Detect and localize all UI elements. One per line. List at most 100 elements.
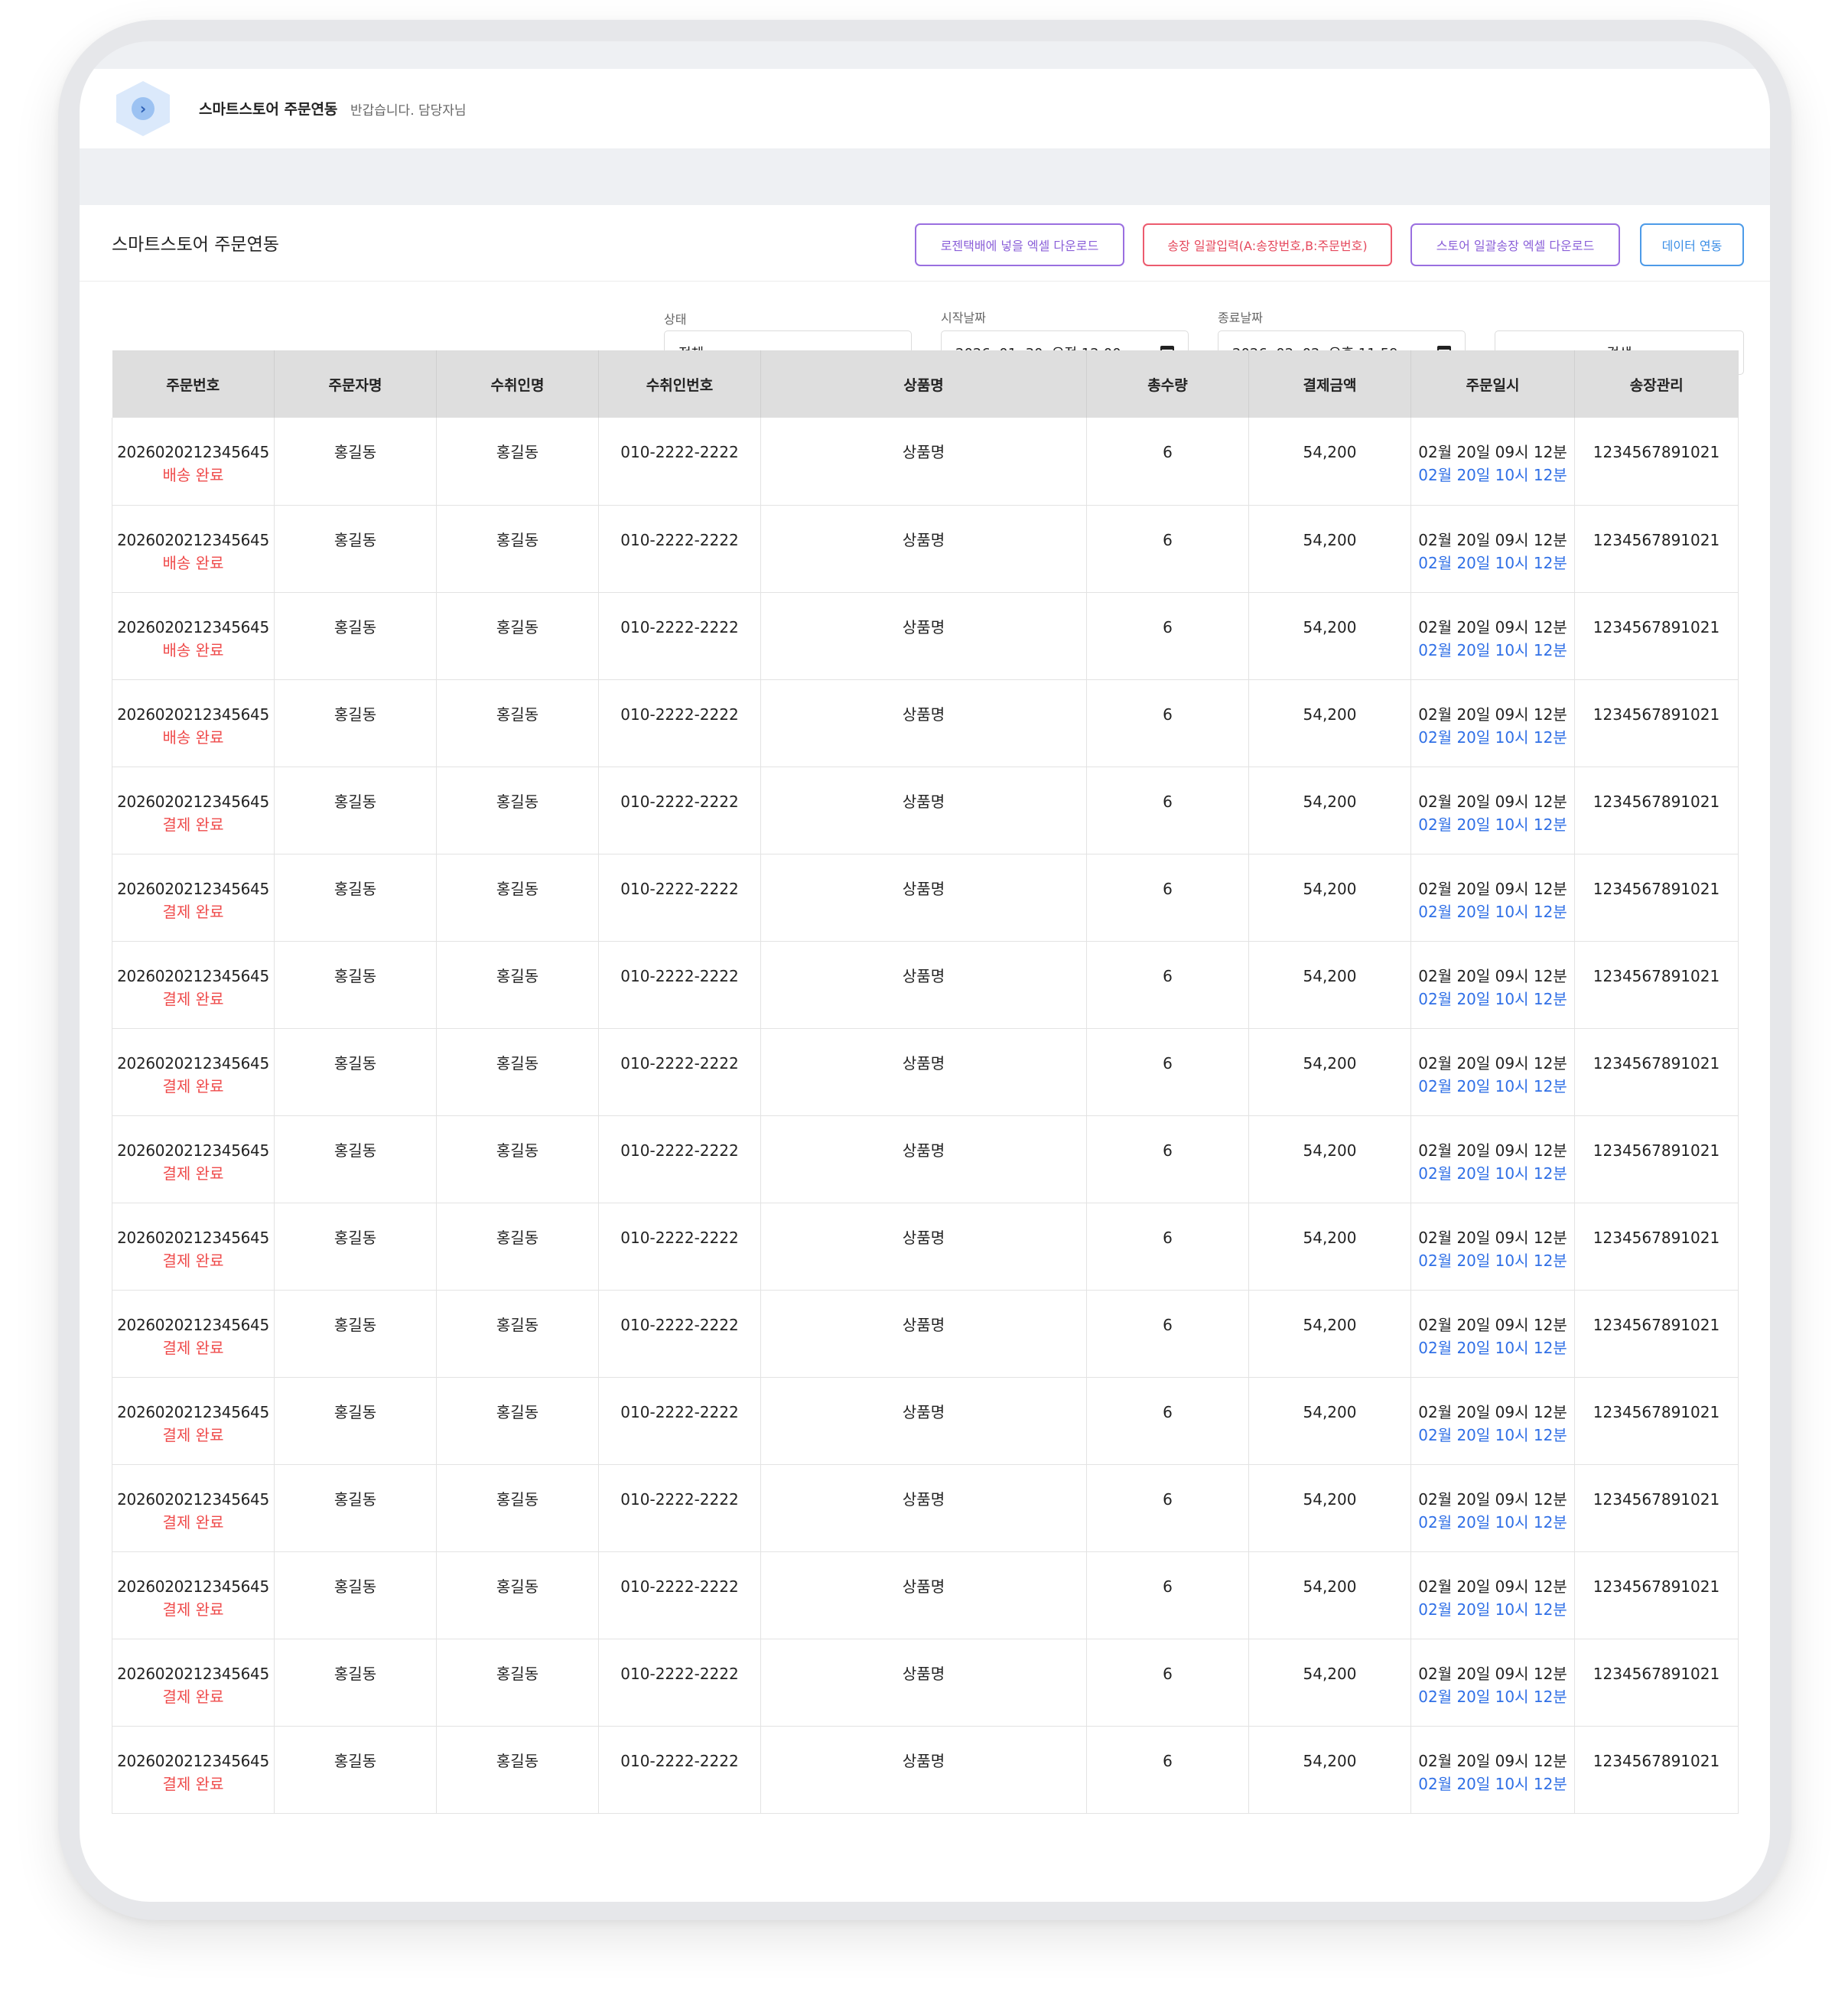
- order-time-updated: 02월 20일 10시 12분: [1418, 553, 1567, 572]
- order-time: 02월 20일 09시 12분: [1418, 1228, 1567, 1247]
- order-time-cell: 02월 20일 09시 12분 02월 20일 10시 12분: [1410, 1726, 1575, 1814]
- order-cell[interactable]: 2026020212345645 결제 완료: [112, 1464, 275, 1552]
- table-row[interactable]: 2026020212345645 결제 완료 홍길동 홍길동 010-2222-2222…: [112, 1115, 1739, 1203]
- order-cell[interactable]: 2026020212345645 배송 완료: [112, 592, 275, 680]
- invoice-cell[interactable]: 1234567891021: [1574, 1028, 1739, 1116]
- order-number[interactable]: 2026020212345645: [117, 705, 269, 724]
- invoice-cell[interactable]: 1234567891021: [1574, 1551, 1739, 1639]
- orderer-cell: 홍길동: [274, 1290, 437, 1378]
- table-row[interactable]: 2026020212345645 결제 완료 홍길동 홍길동 010-2222-2222…: [112, 1028, 1739, 1116]
- order-number[interactable]: 2026020212345645: [117, 1141, 269, 1160]
- order-number[interactable]: 2026020212345645: [117, 531, 269, 549]
- product-cell: 상품명: [760, 418, 1087, 506]
- order-number[interactable]: 2026020212345645: [117, 1665, 269, 1683]
- product-cell: 상품명: [760, 1464, 1087, 1552]
- order-cell[interactable]: 2026020212345645 결제 완료: [112, 1726, 275, 1814]
- invoice-cell[interactable]: 1234567891021: [1574, 592, 1739, 680]
- invoice-cell[interactable]: 1234567891021: [1574, 1726, 1739, 1814]
- invoice-cell[interactable]: 1234567891021: [1574, 1290, 1739, 1378]
- order-cell[interactable]: 2026020212345645 배송 완료: [112, 505, 275, 593]
- table-row[interactable]: 2026020212345645 결제 완료 홍길동 홍길동 010-2222-2222…: [112, 1726, 1739, 1814]
- order-cell[interactable]: 2026020212345645 결제 완료: [112, 1203, 275, 1291]
- order-cell[interactable]: 2026020212345645 결제 완료: [112, 767, 275, 855]
- column-header: 결제금액: [1248, 350, 1411, 418]
- order-cell[interactable]: 2026020212345645 결제 완료: [112, 1028, 275, 1116]
- table-row[interactable]: 2026020212345645 결제 완료 홍길동 홍길동 010-2222-2222…: [112, 1639, 1739, 1727]
- table-row[interactable]: 2026020212345645 결제 완료 홍길동 홍길동 010-2222-2222…: [112, 1464, 1739, 1552]
- order-number[interactable]: 2026020212345645: [117, 1577, 269, 1596]
- order-number[interactable]: 2026020212345645: [117, 880, 269, 898]
- table-row[interactable]: 2026020212345645 결제 완료 홍길동 홍길동 010-2222-2222…: [112, 767, 1739, 855]
- status-badge: 결제 완료: [162, 1251, 224, 1270]
- quantity-cell: 6: [1086, 1551, 1249, 1639]
- table-row[interactable]: 2026020212345645 결제 완료 홍길동 홍길동 010-2222-2222…: [112, 1203, 1739, 1291]
- table-row[interactable]: 2026020212345645 배송 완료 홍길동 홍길동 010-2222-2222…: [112, 418, 1739, 506]
- amount-cell: 54,200: [1248, 679, 1411, 767]
- order-cell[interactable]: 2026020212345645 결제 완료: [112, 941, 275, 1029]
- data-sync-button[interactable]: 데이터 연동: [1640, 223, 1744, 266]
- invoice-cell[interactable]: 1234567891021: [1574, 854, 1739, 942]
- table-row[interactable]: 2026020212345645 결제 완료 홍길동 홍길동 010-2222-2222…: [112, 1290, 1739, 1378]
- order-number[interactable]: 2026020212345645: [117, 1403, 269, 1421]
- product-cell: 상품명: [760, 854, 1087, 942]
- greeting-text: 반갑습니다. 담당자님: [350, 103, 467, 119]
- invoice-cell[interactable]: 1234567891021: [1574, 1464, 1739, 1552]
- order-cell[interactable]: 2026020212345645 배송 완료: [112, 418, 275, 506]
- order-number[interactable]: 2026020212345645: [117, 1490, 269, 1509]
- store-invoice-excel-button[interactable]: 스토어 일괄송장 엑셀 다운로드: [1410, 223, 1620, 266]
- bulk-invoice-input-button[interactable]: 송장 일괄입력(A:송장번호,B:주문번호): [1143, 223, 1392, 266]
- table-row[interactable]: 2026020212345645 배송 완료 홍길동 홍길동 010-2222-2222…: [112, 505, 1739, 593]
- product-cell: 상품명: [760, 1290, 1087, 1378]
- order-time: 02월 20일 09시 12분: [1418, 705, 1567, 724]
- invoice-cell[interactable]: 1234567891021: [1574, 679, 1739, 767]
- receiver-cell: 홍길동: [436, 679, 599, 767]
- order-time-cell: 02월 20일 09시 12분 02월 20일 10시 12분: [1410, 854, 1575, 942]
- invoice-cell[interactable]: 1234567891021: [1574, 941, 1739, 1029]
- order-number[interactable]: 2026020212345645: [117, 618, 269, 636]
- order-cell[interactable]: 2026020212345645 결제 완료: [112, 1377, 275, 1465]
- order-cell[interactable]: 2026020212345645 결제 완료: [112, 1551, 275, 1639]
- order-cell[interactable]: 2026020212345645 배송 완료: [112, 679, 275, 767]
- invoice-cell[interactable]: 1234567891021: [1574, 1377, 1739, 1465]
- receiver-cell: 홍길동: [436, 592, 599, 680]
- table-row[interactable]: 2026020212345645 배송 완료 홍길동 홍길동 010-2222-2222…: [112, 592, 1739, 680]
- amount-cell: 54,200: [1248, 854, 1411, 942]
- app-screen: › 스마트스토어 주문연동 반갑습니다. 담당자님 스마트스토어 주문연동 로젠…: [80, 41, 1770, 1902]
- order-cell[interactable]: 2026020212345645 결제 완료: [112, 1115, 275, 1203]
- order-cell[interactable]: 2026020212345645 결제 완료: [112, 854, 275, 942]
- order-time: 02월 20일 09시 12분: [1418, 966, 1567, 985]
- order-time-cell: 02월 20일 09시 12분 02월 20일 10시 12분: [1410, 767, 1575, 855]
- invoice-cell[interactable]: 1234567891021: [1574, 1115, 1739, 1203]
- order-number[interactable]: 2026020212345645: [117, 1054, 269, 1073]
- order-time-updated: 02월 20일 10시 12분: [1418, 1687, 1567, 1706]
- order-number[interactable]: 2026020212345645: [117, 793, 269, 811]
- order-number[interactable]: 2026020212345645: [117, 1229, 269, 1247]
- logo-badge[interactable]: ›: [116, 81, 170, 136]
- status-badge: 결제 완료: [162, 1164, 224, 1183]
- order-number[interactable]: 2026020212345645: [117, 1316, 269, 1334]
- invoice-cell[interactable]: 1234567891021: [1574, 767, 1739, 855]
- order-time: 02월 20일 09시 12분: [1418, 443, 1567, 461]
- invoice-cell[interactable]: 1234567891021: [1574, 418, 1739, 506]
- receiver-cell: 홍길동: [436, 854, 599, 942]
- invoice-cell[interactable]: 1234567891021: [1574, 1639, 1739, 1727]
- table-row[interactable]: 2026020212345645 결제 완료 홍길동 홍길동 010-2222-2222…: [112, 1551, 1739, 1639]
- order-number[interactable]: 2026020212345645: [117, 443, 269, 461]
- order-cell[interactable]: 2026020212345645 결제 완료: [112, 1639, 275, 1727]
- invoice-cell[interactable]: 1234567891021: [1574, 505, 1739, 593]
- order-number[interactable]: 2026020212345645: [117, 1752, 269, 1770]
- table-row[interactable]: 2026020212345645 결제 완료 홍길동 홍길동 010-2222-2222…: [112, 854, 1739, 942]
- order-number[interactable]: 2026020212345645: [117, 967, 269, 985]
- order-time-cell: 02월 20일 09시 12분 02월 20일 10시 12분: [1410, 1115, 1575, 1203]
- logen-excel-download-button[interactable]: 로젠택배에 넣을 엑셀 다운로드: [915, 223, 1124, 266]
- order-time-cell: 02월 20일 09시 12분 02월 20일 10시 12분: [1410, 679, 1575, 767]
- invoice-cell[interactable]: 1234567891021: [1574, 1203, 1739, 1291]
- order-time-updated: 02월 20일 10시 12분: [1418, 1076, 1567, 1095]
- phone-cell: 010-2222-2222: [598, 1115, 761, 1203]
- table-row[interactable]: 2026020212345645 결제 완료 홍길동 홍길동 010-2222-2222…: [112, 941, 1739, 1029]
- order-cell[interactable]: 2026020212345645 결제 완료: [112, 1290, 275, 1378]
- orderer-cell: 홍길동: [274, 1726, 437, 1814]
- receiver-cell: 홍길동: [436, 1028, 599, 1116]
- table-row[interactable]: 2026020212345645 결제 완료 홍길동 홍길동 010-2222-2222…: [112, 1377, 1739, 1465]
- table-row[interactable]: 2026020212345645 배송 완료 홍길동 홍길동 010-2222-2222…: [112, 679, 1739, 767]
